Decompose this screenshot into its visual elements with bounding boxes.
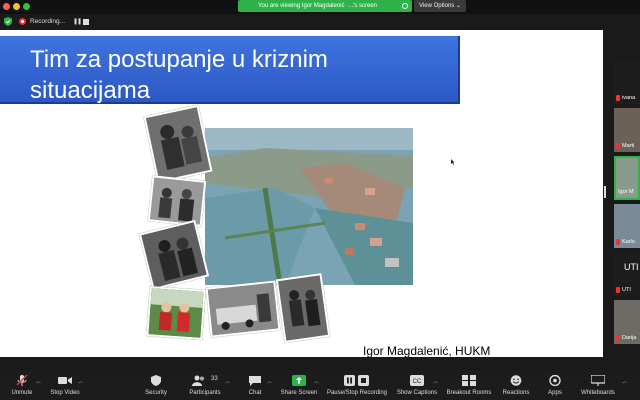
- whiteboards-button[interactable]: Whiteboards: [576, 370, 620, 400]
- participant-tile[interactable]: Marti: [614, 108, 640, 152]
- participant-tile[interactable]: ivana: [614, 60, 640, 104]
- participant-name: Igor M: [618, 189, 634, 195]
- whiteboards-options-caret[interactable]: ︿: [622, 378, 627, 385]
- captions-options-caret[interactable]: ︿: [433, 378, 438, 385]
- pause-stop-recording-button[interactable]: Pause/Stop Recording: [324, 370, 390, 400]
- muted-microphone-icon: [16, 375, 28, 386]
- unmute-button[interactable]: Unmute: [2, 370, 42, 400]
- participants-options-caret[interactable]: ︿: [225, 378, 230, 385]
- screen-share-banner-text: You are viewing Igor Magdalenić ·...'s s…: [258, 3, 377, 9]
- video-options-caret[interactable]: ︿: [78, 378, 83, 385]
- whiteboard-icon: [591, 375, 605, 386]
- screen-share-banner: You are viewing Igor Magdalenić ·...'s s…: [238, 0, 412, 12]
- participant-name: Karlo: [622, 239, 635, 245]
- collage-photo-4: [146, 286, 206, 340]
- chat-options-caret[interactable]: ︿: [267, 378, 272, 385]
- close-window-button[interactable]: [3, 3, 10, 10]
- participant-tile[interactable]: UTI UTI: [614, 252, 640, 296]
- collage-photo-3: [138, 219, 210, 291]
- shield-icon[interactable]: [4, 17, 12, 26]
- stop-video-button[interactable]: Stop Video: [46, 370, 84, 400]
- audio-options-caret[interactable]: ︿: [36, 378, 41, 385]
- muted-mic-icon: [616, 143, 620, 149]
- share-options-caret[interactable]: ︿: [314, 378, 319, 385]
- participant-name: Darija: [622, 335, 637, 341]
- gallery-resize-handle[interactable]: [604, 186, 606, 198]
- participants-icon: [192, 375, 205, 386]
- meeting-toolbar: Unmute ︿ Stop Video ︿ Security 33 Partic…: [0, 370, 640, 400]
- stop-recording-icon[interactable]: [83, 19, 89, 25]
- smiley-icon: [510, 375, 522, 386]
- security-button[interactable]: Security: [136, 370, 176, 400]
- apps-icon: [549, 375, 561, 386]
- unmute-label: Unmute: [11, 390, 33, 396]
- pause-stop-recording-label: Pause/Stop Recording: [326, 390, 388, 396]
- participant-name: Marti: [622, 143, 635, 149]
- slide-author: Igor Magdalenić, HUKM: [363, 344, 491, 357]
- pause-stop-recording-icon: [344, 375, 369, 386]
- collage-photo-6: [275, 273, 331, 343]
- apps-label: Apps: [548, 390, 562, 396]
- apps-button[interactable]: Apps: [538, 370, 572, 400]
- slide-title-line-1: Tim za postupanje u kriznim: [30, 46, 328, 73]
- muted-mic-icon: [616, 239, 620, 245]
- minimize-window-button[interactable]: [13, 3, 20, 10]
- svg-text:CC: CC: [413, 379, 422, 385]
- closed-captions-icon: CC: [410, 375, 424, 386]
- zoom-window: You are viewing Igor Magdalenić ·...'s s…: [0, 0, 640, 400]
- security-label: Security: [145, 390, 167, 396]
- recording-label: Recording...: [30, 18, 66, 25]
- chat-button[interactable]: Chat: [240, 370, 270, 400]
- slide-title-box: Tim za postupanje u kriznim situacijama: [0, 36, 460, 104]
- participant-initials: UTI: [624, 262, 639, 272]
- muted-mic-icon: [616, 287, 620, 293]
- chat-bubble-icon: [249, 376, 261, 386]
- share-screen-button[interactable]: Share Screen: [278, 370, 320, 400]
- flood-aerial-photo: [205, 128, 413, 285]
- collage-photo-1: [143, 104, 213, 184]
- breakout-rooms-icon: [462, 375, 476, 386]
- share-screen-label: Share Screen: [280, 390, 318, 396]
- breakout-rooms-button[interactable]: Breakout Rooms: [444, 370, 494, 400]
- fullscreen-window-button[interactable]: [23, 3, 30, 10]
- share-indicator-icon: [402, 3, 408, 9]
- participant-tile[interactable]: Darija: [614, 300, 640, 344]
- participant-tile[interactable]: Karlo: [614, 204, 640, 248]
- muted-mic-icon: [616, 335, 620, 341]
- shield-icon: [151, 375, 161, 386]
- participants-label: Participants: [189, 390, 221, 396]
- breakout-rooms-label: Breakout Rooms: [446, 390, 492, 396]
- participant-name: UTI: [622, 287, 631, 293]
- recording-indicator-icon: [19, 18, 26, 25]
- participants-button[interactable]: 33 Participants: [184, 370, 226, 400]
- reactions-label: Reactions: [502, 390, 530, 396]
- participants-count: 33: [211, 376, 218, 382]
- show-captions-button[interactable]: CC Show Captions: [394, 370, 440, 400]
- participant-tile[interactable]: Igor M: [614, 156, 640, 200]
- stop-video-label: Stop Video: [50, 390, 80, 396]
- chat-label: Chat: [248, 390, 262, 396]
- participant-gallery: ivana Marti Igor M Karlo UTI UTI Darija: [614, 60, 640, 350]
- shared-screen-slide: Tim za postupanje u kriznim situacijama: [0, 30, 603, 357]
- share-screen-icon: [292, 375, 306, 386]
- collage-photo-5: [205, 280, 281, 338]
- reactions-button[interactable]: Reactions: [498, 370, 534, 400]
- show-captions-label: Show Captions: [396, 390, 438, 396]
- title-bar: You are viewing Igor Magdalenić ·...'s s…: [0, 0, 640, 14]
- view-options-button[interactable]: View Options ⌄: [414, 0, 466, 12]
- participant-name: ivana: [622, 95, 636, 101]
- video-camera-icon: [58, 377, 72, 384]
- mouse-cursor-icon: [451, 159, 455, 165]
- slide-title-line-2: situacijama: [30, 77, 151, 104]
- whiteboards-label: Whiteboards: [581, 390, 615, 396]
- collage-photo-2: [147, 175, 207, 227]
- pause-recording-icon[interactable]: ❚❚: [73, 18, 82, 26]
- muted-mic-icon: [616, 95, 620, 101]
